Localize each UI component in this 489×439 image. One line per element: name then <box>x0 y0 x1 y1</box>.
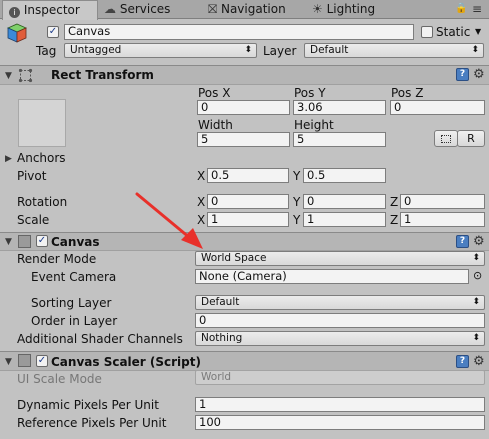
annotation-arrow <box>135 192 203 249</box>
